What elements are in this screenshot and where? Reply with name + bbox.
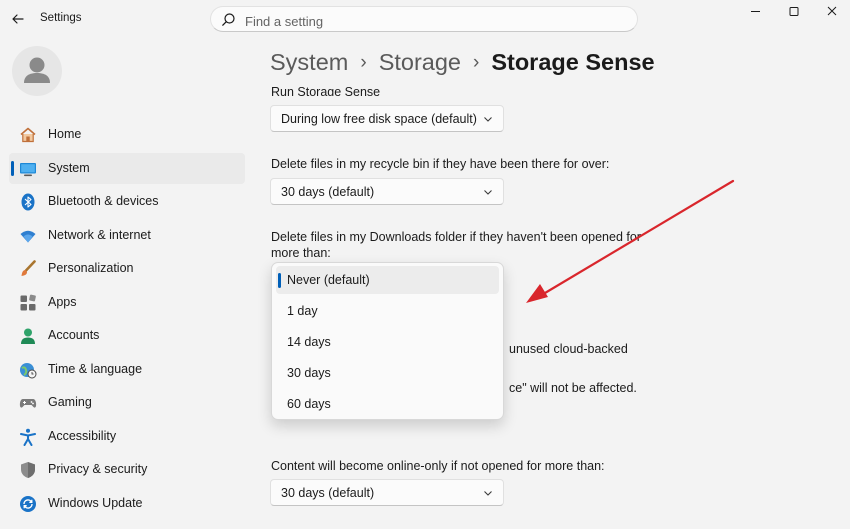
run-storage-sense-dropdown[interactable]: During low free disk space (default) — [270, 105, 504, 132]
dropdown-option-label: 1 day — [287, 304, 318, 318]
downloads-dropdown-list: Never (default) 1 day 14 days 30 days 60… — [271, 262, 504, 420]
chevron-down-icon — [484, 491, 492, 496]
dropdown-option-label: Never (default) — [287, 273, 370, 287]
recycle-bin-label: Delete files in my recycle bin if they h… — [271, 157, 610, 171]
dropdown-option-never[interactable]: Never (default) — [276, 266, 499, 294]
close-button[interactable] — [814, 0, 850, 24]
maximize-button[interactable] — [776, 0, 812, 24]
sidebar-item-bluetooth[interactable]: Bluetooth & devices — [9, 186, 245, 217]
maximize-icon — [789, 7, 799, 16]
gamepad-icon — [19, 399, 37, 408]
sidebar-item-system[interactable]: System — [9, 153, 245, 184]
recycle-bin-dropdown[interactable]: 30 days (default) — [270, 178, 504, 205]
breadcrumb-separator: › — [473, 52, 480, 73]
sidebar-item-accessibility[interactable]: Accessibility — [9, 421, 245, 452]
run-storage-sense-label-text: Run Storage Sense — [271, 85, 381, 96]
sidebar-item-accounts[interactable]: Accounts — [9, 320, 245, 351]
title-bar: Settings — [0, 0, 850, 38]
online-only-value: 30 days (default) — [281, 486, 375, 500]
sidebar-item-apps[interactable]: Apps — [9, 287, 245, 318]
globe-clock-icon — [20, 363, 37, 379]
bluetooth-icon — [21, 193, 35, 211]
cloud-content-note: ce" will not be affected. — [509, 381, 637, 395]
user-avatar-icon — [24, 57, 50, 83]
dropdown-option-label: 14 days — [287, 335, 331, 349]
selection-indicator — [11, 161, 14, 176]
breadcrumb: System › Storage › Storage Sense — [270, 47, 655, 78]
sidebar-item-personalization[interactable]: Personalization — [9, 253, 245, 284]
breadcrumb-system[interactable]: System — [270, 49, 348, 75]
sidebar-item-label: Apps — [48, 295, 77, 309]
sidebar-item-label: Time & language — [48, 362, 143, 376]
downloads-label-line2: more than: — [271, 246, 331, 260]
chevron-down-icon — [484, 117, 492, 122]
dropdown-option-30-days[interactable]: 30 days — [276, 359, 499, 387]
windows-update-icon — [20, 496, 36, 512]
back-button[interactable] — [8, 9, 28, 29]
search-input[interactable] — [243, 11, 627, 31]
search-icon — [222, 13, 235, 26]
apps-icon — [20, 294, 36, 311]
online-only-label: Content will become online-only if not o… — [271, 459, 605, 473]
user-avatar[interactable] — [12, 46, 62, 96]
minimize-icon — [751, 11, 760, 12]
system-monitor-icon — [20, 163, 36, 177]
sidebar-item-label: Accessibility — [48, 429, 117, 443]
sidebar-item-home[interactable]: Home — [9, 119, 245, 150]
sidebar-item-label: Home — [48, 127, 82, 141]
sidebar-item-label: Network & internet — [48, 228, 151, 242]
online-only-dropdown[interactable]: 30 days (default) — [270, 479, 504, 506]
run-storage-sense-value: During low free disk space (default) — [281, 112, 477, 126]
sidebar-item-windows-update[interactable]: Windows Update — [9, 488, 245, 519]
sidebar-item-time-language[interactable]: Time & language — [9, 354, 245, 385]
dropdown-option-60-days[interactable]: 60 days — [276, 390, 499, 418]
accessibility-icon — [20, 428, 36, 446]
sidebar-item-label: Personalization — [48, 261, 134, 275]
page-title: Storage Sense — [491, 49, 655, 75]
sidebar-item-privacy[interactable]: Privacy & security — [9, 454, 245, 485]
sidebar-item-label: Windows Update — [48, 496, 143, 510]
downloads-label-line1: Delete files in my Downloads folder if t… — [271, 230, 641, 244]
chevron-down-icon — [484, 190, 492, 195]
sidebar-item-gaming[interactable]: Gaming — [9, 387, 245, 418]
breadcrumb-storage[interactable]: Storage — [379, 49, 461, 75]
accounts-icon — [21, 328, 35, 344]
sidebar-item-label: System — [48, 161, 90, 175]
sidebar-item-label: Bluetooth & devices — [48, 194, 159, 208]
paintbrush-icon — [21, 260, 36, 276]
home-icon — [20, 127, 36, 143]
selection-indicator — [278, 273, 281, 288]
search-box[interactable] — [210, 6, 638, 32]
dropdown-option-14-days[interactable]: 14 days — [276, 328, 499, 356]
back-arrow-icon — [12, 14, 24, 24]
sidebar-item-label: Accounts — [48, 328, 100, 342]
wifi-icon — [20, 230, 36, 243]
recycle-bin-value: 30 days (default) — [281, 185, 375, 199]
dropdown-option-label: 60 days — [287, 397, 331, 411]
breadcrumb-separator: › — [360, 52, 367, 73]
dropdown-option-1-day[interactable]: 1 day — [276, 297, 499, 325]
minimize-button[interactable] — [738, 0, 774, 24]
sidebar-item-label: Gaming — [48, 395, 92, 409]
shield-icon — [21, 462, 35, 478]
run-storage-sense-label: Run Storage Sense — [271, 79, 380, 96]
dropdown-option-label: 30 days — [287, 366, 331, 380]
app-title: Settings — [40, 12, 82, 24]
sidebar-item-label: Privacy & security — [48, 462, 148, 476]
close-icon — [827, 6, 837, 16]
sidebar-item-network[interactable]: Network & internet — [9, 220, 245, 251]
cloud-content-description: unused cloud-backed — [509, 342, 628, 356]
